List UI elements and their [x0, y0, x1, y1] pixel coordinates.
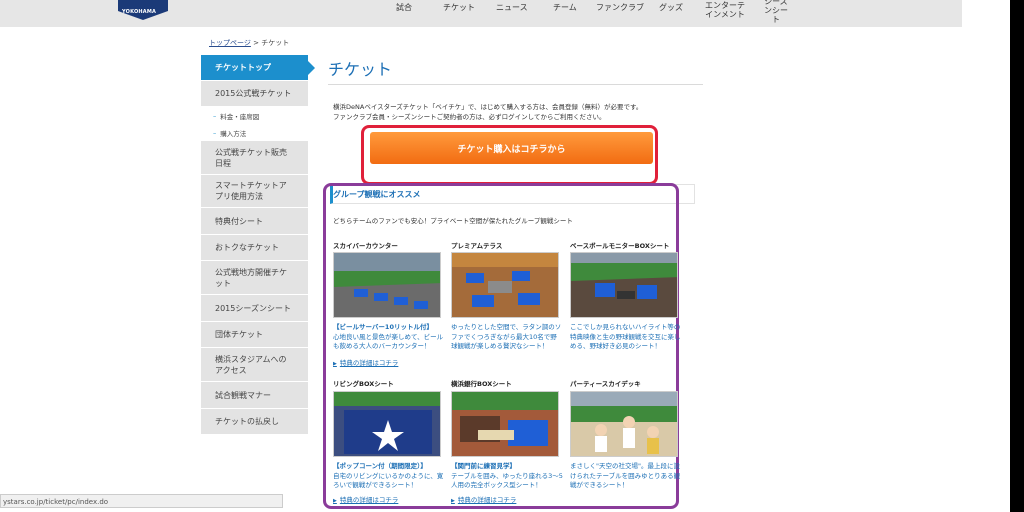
sidebar-item-label: 特典付シート	[215, 216, 263, 226]
sidebar-item-regional[interactable]: 公式戦地方開催チケット	[201, 261, 308, 295]
sidebar-item-label: 2015シーズンシート	[215, 303, 291, 313]
seat-photo-premium-terrace[interactable]	[451, 252, 559, 318]
seat-name-monitor-box: ベースボールモニターBOXシート	[570, 242, 670, 250]
seat-name-yokohama-bank-box: 横浜銀行BOXシート	[451, 380, 512, 388]
seat-photo-image	[334, 392, 440, 456]
seat-name-party-deck: パーティースカイデッキ	[570, 380, 641, 388]
sidebar-item-manners[interactable]: 試合観戦マナー	[201, 382, 308, 409]
seat-caption-party-deck: まさしく"天空の社交場"。最上段に設けられたテーブルを囲みゆとりある観戦ができる…	[570, 462, 682, 491]
dash-icon: –	[213, 128, 217, 137]
breadcrumb-separator: >	[250, 39, 262, 47]
seat-caption-text: 心地良い風と景色が楽しめて、ビールも飲める大人のバーカウンター！	[333, 332, 444, 351]
seat-caption-yokohama-bank-box: 【関門前に練習見学】 テーブルを囲み、ゆったり座れる3～5人用の完全ボックス型シ…	[451, 462, 563, 491]
sidebar-item-label: 公式戦チケット販売日程	[215, 147, 287, 168]
sidebar-item-label: 公式戦地方開催チケット	[215, 267, 287, 288]
seat-link-sky-bar[interactable]: ▶ 特典の詳細はコチラ	[333, 357, 398, 367]
seat-caption-sky-bar: 【ビールサーバー10リットル付】 心地良い風と景色が楽しめて、ビールも飲める大人…	[333, 323, 445, 352]
seat-caption-highlight: 【ポップコーン付（期間限定）】	[333, 462, 427, 470]
browser-status-bar: ystars.co.jp/ticket/pc/index.do	[0, 494, 283, 508]
seat-photo-monitor-box[interactable]	[570, 252, 678, 318]
nav-news[interactable]: ニュース	[496, 3, 528, 12]
seat-link-label: 特典の詳細はコチラ	[457, 496, 517, 504]
sidebar-item-refund[interactable]: チケットの払戻し	[201, 409, 308, 435]
sidebar-subitem-label: 料金・座席図	[220, 112, 260, 121]
nav-goods[interactable]: グッズ	[659, 3, 683, 12]
triangle-right-icon: ▶	[333, 498, 337, 504]
seat-photo-image	[452, 392, 558, 456]
seat-name-premium-terrace: プレミアムテラス	[451, 242, 503, 250]
sidebar-item-schedule[interactable]: 公式戦チケット販売日程	[201, 141, 308, 175]
seat-caption-text: テーブルを囲み、ゆったり座れる3～5人用の完全ボックス型シート！	[451, 471, 563, 490]
seat-caption-highlight: 【ビールサーバー10リットル付】	[333, 323, 433, 331]
seat-name-living-box: リビングBOXシート	[333, 380, 394, 388]
sidebar-item-label: チケットの払戻し	[215, 417, 279, 426]
intro-line-2: ファンクラブ会員・シーズンシートご契約者の方は、必ずログインしてからご利用くださ…	[333, 113, 606, 121]
breadcrumb-current: チケット	[261, 39, 290, 47]
logo-text: YOKOHAMA	[122, 9, 157, 15]
page-title: チケット	[328, 60, 393, 79]
nav-entertainment[interactable]: エンターテインメント	[702, 1, 748, 19]
sidebar-item-access[interactable]: 横浜スタジアムへのアクセス	[201, 348, 308, 382]
sidebar-item-label: 横浜スタジアムへのアクセス	[215, 354, 287, 375]
seat-photo-image	[571, 253, 677, 317]
nav-fanclub[interactable]: ファンクラブ	[596, 3, 644, 12]
nav-season-seat[interactable]: シーズンシート	[762, 0, 790, 24]
sidebar-subitem-label: 購入方法	[220, 129, 247, 138]
seat-link-label: 特典の詳細はコチラ	[339, 496, 399, 504]
triangle-right-icon: ▶	[333, 361, 337, 367]
team-logo[interactable]: YOKOHAMA	[118, 0, 168, 20]
sidebar-item-season-seat[interactable]: 2015シーズンシート	[201, 295, 308, 322]
sidebar-item-group[interactable]: 団体チケット	[201, 322, 308, 348]
seat-photo-party-deck[interactable]	[570, 391, 678, 457]
sidebar-item-label: 2015公式戦チケット	[215, 89, 292, 98]
group-section-desc: どちらチームのファンでも安心！プライベート空間が保たれたグループ観戦シート	[333, 217, 573, 225]
sidebar-item-label: チケットトップ	[215, 63, 271, 72]
nav-team[interactable]: チーム	[553, 3, 577, 12]
browser-page: YOKOHAMA 試合 チケット ニュース チーム ファンクラブ グッズ エンタ…	[0, 0, 1012, 512]
seat-link-yokohama-bank-box[interactable]: ▶ 特典の詳細はコチラ	[451, 494, 516, 504]
seat-caption-monitor-box: ここでしか見られないハイライト等の特典映像と生の野球観戦を交互に楽しめる、野球好…	[570, 323, 682, 352]
intro-text: 横浜DeNAベイスターズチケット「ベイチケ」で、はじめて購入する方は、会員登録（…	[333, 102, 642, 122]
seat-photo-yokohama-bank-box[interactable]	[451, 391, 559, 457]
sidebar-item-label: スマートチケットアプリ使用方法	[215, 181, 287, 201]
seat-photo-sky-bar[interactable]	[333, 252, 441, 318]
triangle-right-icon: ▶	[451, 498, 455, 504]
title-divider	[328, 84, 703, 85]
seat-photo-image	[452, 253, 558, 317]
breadcrumb-home-link[interactable]: トップページ	[209, 39, 251, 47]
seat-caption-text: まさしく"天空の社交場"。最上段に設けられたテーブルを囲みゆとりある観戦ができる…	[570, 462, 681, 489]
sidebar-item-2015-tickets[interactable]: 2015公式戦チケット	[201, 81, 308, 107]
sidebar-item-smart-ticket[interactable]: スマートチケットアプリ使用方法	[201, 175, 308, 208]
sidebar-subitem-prices[interactable]: – 料金・座席図	[201, 107, 308, 124]
seat-link-living-box[interactable]: ▶ 特典の詳細はコチラ	[333, 494, 398, 504]
seat-photo-image	[334, 253, 440, 317]
intro-line-1: 横浜DeNAベイスターズチケット「ベイチケ」で、はじめて購入する方は、会員登録（…	[333, 103, 643, 111]
sidebar-menu: チケットトップ 2015公式戦チケット – 料金・座席図 – 購入方法 公式戦チケッ…	[201, 55, 315, 435]
nav-games[interactable]: 試合	[396, 3, 412, 12]
buy-ticket-button[interactable]: チケット購入はコチラから	[370, 132, 653, 164]
seat-name-sky-bar: スカイバーカウンター	[333, 242, 398, 250]
global-nav: YOKOHAMA 試合 チケット ニュース チーム ファンクラブ グッズ エンタ…	[0, 0, 962, 27]
group-section-title: グループ観戦にオススメ	[333, 190, 421, 199]
seat-caption-premium-terrace: ゆったりとした空間で、ラタン調のソファでくつろぎながら最大10名で野球観戦が楽し…	[451, 323, 563, 352]
sidebar-subitem-purchase[interactable]: – 購入方法	[201, 124, 308, 141]
sidebar-item-label: おトクなチケット	[215, 243, 279, 252]
seat-caption-living-box: 【ポップコーン付（期間限定）】 自宅のリビングにいるかのように、寛ろいで観戦がで…	[333, 462, 445, 491]
seat-caption-text: ゆったりとした空間で、ラタン調のソファでくつろぎながら最大10名で野球観戦が楽し…	[451, 323, 562, 350]
sidebar-item-bonus-seat[interactable]: 特典付シート	[201, 208, 308, 235]
seat-link-label: 特典の詳細はコチラ	[339, 359, 399, 367]
seat-photo-image	[571, 392, 677, 456]
seat-photo-living-box[interactable]	[333, 391, 441, 457]
sidebar-item-label: 団体チケット	[215, 330, 263, 339]
dash-icon: –	[213, 111, 217, 120]
sidebar-item-deals[interactable]: おトクなチケット	[201, 235, 308, 261]
sidebar-item-label: 試合観戦マナー	[215, 390, 271, 400]
seat-caption-highlight: 【関門前に練習見学】	[451, 462, 516, 470]
seat-caption-text: 自宅のリビングにいるかのように、寛ろいで観戦ができるシート！	[333, 471, 444, 490]
seat-caption-text: ここでしか見られないハイライト等の特典映像と生の野球観戦を交互に楽しめる、野球好…	[570, 323, 681, 350]
nav-tickets[interactable]: チケット	[443, 3, 475, 12]
breadcrumb: トップページ > チケット	[209, 38, 289, 48]
sidebar-item-ticket-top[interactable]: チケットトップ	[201, 55, 315, 81]
